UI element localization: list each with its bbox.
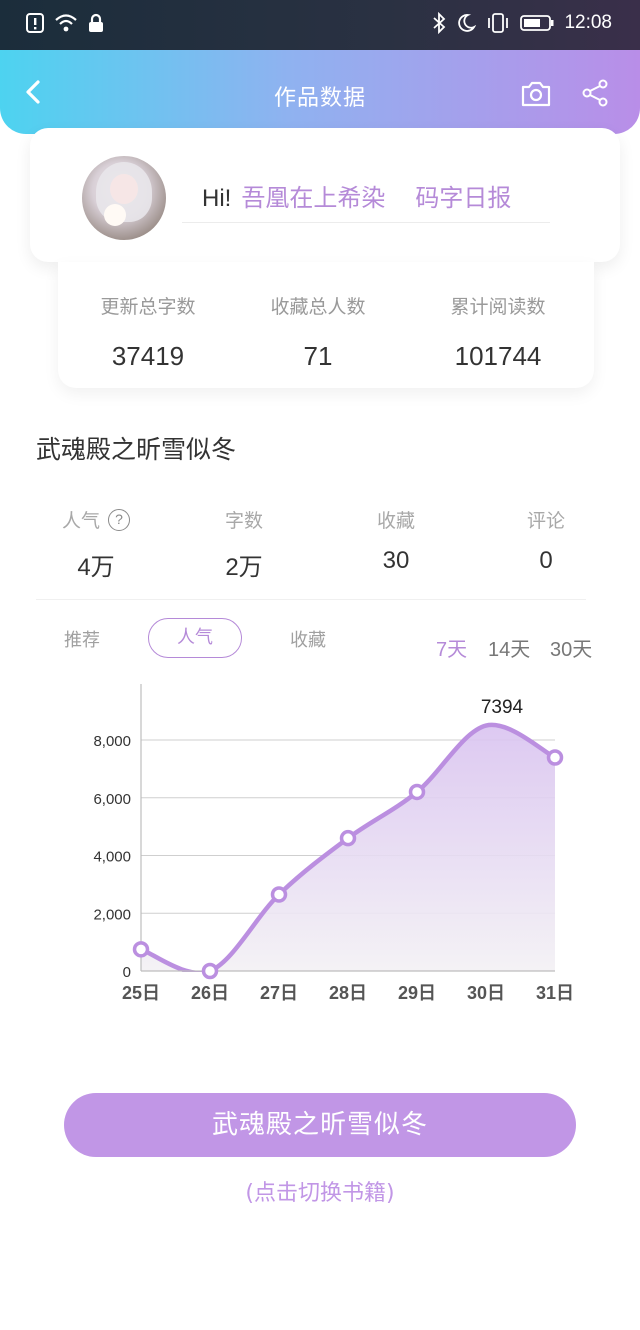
- moon-icon: [458, 14, 477, 32]
- summary-stats-card: 更新总字数 37419 收藏总人数 71 累计阅读数 101744: [58, 262, 594, 388]
- switch-book-button[interactable]: 武魂殿之昕雪似冬: [64, 1093, 576, 1157]
- x-tick-label: 29日: [398, 983, 436, 1003]
- switch-book-hint[interactable]: (点击切换书籍): [0, 1175, 640, 1207]
- metric-popularity: 人气? 4万: [36, 506, 156, 582]
- username: 吾凰在上希染: [241, 185, 386, 212]
- metric-value: 30: [382, 547, 410, 574]
- metric-value: 0: [539, 547, 553, 574]
- alert-icon: [26, 13, 44, 33]
- x-tick-label: 26日: [191, 983, 229, 1003]
- book-title: 武魂殿之昕雪似冬: [36, 435, 237, 464]
- camera-icon[interactable]: [520, 80, 552, 108]
- metric-label: 评论: [526, 510, 565, 532]
- greeting-line: Hi! 吾凰在上希染 码字日报: [202, 178, 511, 213]
- y-tick-label: 8,000: [93, 733, 131, 750]
- metric-value: 4万: [77, 554, 115, 581]
- status-bar: 12:08: [0, 0, 640, 50]
- series-area: [141, 724, 555, 972]
- data-point[interactable]: [408, 783, 426, 801]
- divider: [182, 222, 550, 223]
- tab-recommend[interactable]: 推荐: [64, 626, 100, 652]
- y-tick-label: 6,000: [93, 791, 131, 808]
- data-point[interactable]: [201, 962, 219, 980]
- tab-popularity[interactable]: 人气: [148, 618, 242, 658]
- x-tick-label: 25日: [122, 983, 160, 1003]
- y-tick-label: 2,000: [93, 906, 131, 923]
- data-point[interactable]: [132, 941, 150, 958]
- bluetooth-icon: [433, 12, 446, 34]
- range-30-days[interactable]: 30天: [550, 633, 592, 662]
- greeting-text: Hi!: [202, 185, 232, 212]
- lock-icon: [89, 13, 103, 32]
- profile-card: Hi! 吾凰在上希染 码字日报: [30, 128, 620, 262]
- stat-value: 71: [303, 341, 333, 371]
- tab-favorites[interactable]: 收藏: [290, 626, 326, 652]
- range-7-days[interactable]: 7天: [436, 633, 467, 662]
- metric-comments: 评论 0: [486, 506, 606, 575]
- divider: [36, 599, 586, 600]
- top-app-bar: 作品数据: [0, 50, 640, 134]
- stat-label: 累计阅读数: [450, 296, 546, 318]
- stat-label: 收藏总人数: [270, 296, 366, 318]
- stat-total-favorites: 收藏总人数 71: [228, 262, 408, 372]
- help-icon[interactable]: ?: [108, 508, 130, 531]
- x-tick-label: 28日: [329, 983, 367, 1003]
- x-tick-label: 30日: [467, 983, 505, 1003]
- data-point[interactable]: [339, 829, 357, 847]
- battery-icon: [520, 15, 554, 31]
- stat-value: 101744: [454, 341, 542, 371]
- metric-value: 2万: [225, 554, 263, 581]
- share-icon[interactable]: [580, 78, 610, 108]
- range-14-days[interactable]: 14天: [488, 633, 530, 662]
- clock: 12:08: [564, 12, 612, 33]
- metric-label: 人气: [61, 510, 100, 532]
- metric-label: 收藏: [376, 510, 415, 532]
- y-tick-label: 4,000: [93, 849, 131, 866]
- stat-label: 更新总字数: [100, 296, 196, 318]
- metric-words: 字数 2万: [184, 506, 304, 582]
- stat-total-words: 更新总字数 37419: [58, 262, 238, 372]
- daily-report-link[interactable]: 码字日报: [415, 185, 511, 212]
- x-tick-label: 31日: [536, 983, 574, 1003]
- data-point[interactable]: [270, 886, 288, 903]
- metric-favorites: 收藏 30: [336, 506, 456, 575]
- metric-label: 字数: [224, 510, 263, 532]
- data-point[interactable]: [546, 749, 564, 766]
- wifi-icon: [55, 14, 77, 32]
- x-tick-label: 27日: [260, 983, 298, 1003]
- avatar[interactable]: [82, 156, 166, 240]
- stat-value: 37419: [111, 341, 185, 371]
- tooltip-value: 7394: [481, 697, 524, 718]
- y-tick-label: 0: [123, 964, 131, 981]
- popularity-chart: 0 2,000 4,000 6,000 8,000 25日 26日 27日 28日 29日 30日 3…: [93, 684, 574, 1003]
- stat-total-reads: 累计阅读数 101744: [408, 262, 588, 372]
- vibrate-icon: [488, 13, 509, 33]
